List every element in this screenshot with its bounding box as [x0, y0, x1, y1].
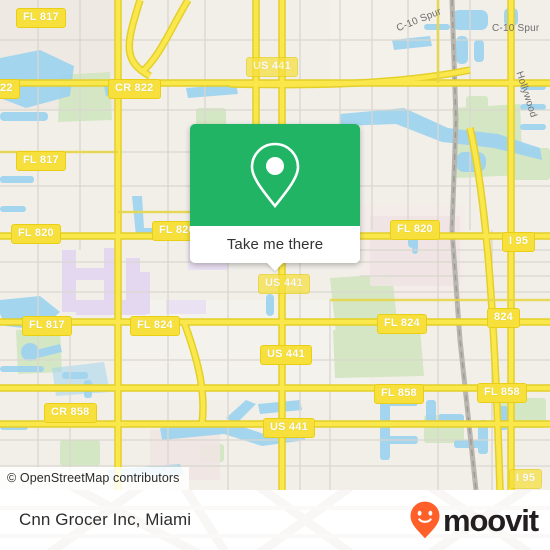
- map-text-label: C-10 Spur: [492, 23, 540, 34]
- road-shield: CR 822: [108, 79, 161, 99]
- road-shield: US 441: [263, 418, 315, 438]
- road-shield: US 441: [258, 274, 310, 294]
- moovit-map-screen: C-10 Spur C-10 Spur Hollywood FL 817 US 441…: [0, 0, 550, 550]
- place-title: Cnn Grocer Inc, Miami: [19, 510, 192, 529]
- place-popup-card[interactable]: Take me there: [190, 124, 360, 271]
- road-shield: 824: [487, 308, 520, 328]
- map-canvas[interactable]: C-10 Spur C-10 Spur Hollywood FL 817 US 441…: [0, 0, 550, 490]
- road-shield: FL 824: [377, 314, 427, 334]
- road-shield: FL 817: [16, 151, 66, 171]
- road-shield: FL 817: [16, 8, 66, 28]
- road-shield: US 441: [246, 57, 298, 77]
- moovit-smiley-pin-icon: [410, 501, 440, 539]
- road-shield: FL 858: [374, 384, 424, 404]
- road-shield: FL 820: [390, 220, 440, 240]
- take-me-there-label: Take me there: [226, 236, 324, 253]
- road-shield: FL 824: [130, 316, 180, 336]
- road-shield: I 95: [509, 469, 543, 489]
- moovit-logo[interactable]: moovit: [410, 501, 539, 539]
- road-shield: 22: [0, 79, 20, 99]
- map-attribution[interactable]: © OpenStreetMap contributors: [0, 467, 189, 490]
- road-shield: FL 820: [11, 224, 61, 244]
- moovit-wordmark: moovit: [442, 502, 539, 538]
- road-shield: US 441: [260, 345, 312, 365]
- footer-bar: Cnn Grocer Inc, Miami moovit: [0, 490, 550, 550]
- popup-pointer-tail: [266, 262, 284, 271]
- road-shield: I 95: [502, 232, 536, 252]
- institution-area: [62, 248, 150, 315]
- road-shield: FL 858: [477, 383, 527, 403]
- road-shield: FL 817: [22, 316, 72, 336]
- location-pin-icon: [250, 142, 300, 209]
- popup-image-area: [190, 124, 360, 226]
- take-me-there-button[interactable]: Take me there: [190, 226, 360, 271]
- road-shield: CR 858: [44, 403, 97, 423]
